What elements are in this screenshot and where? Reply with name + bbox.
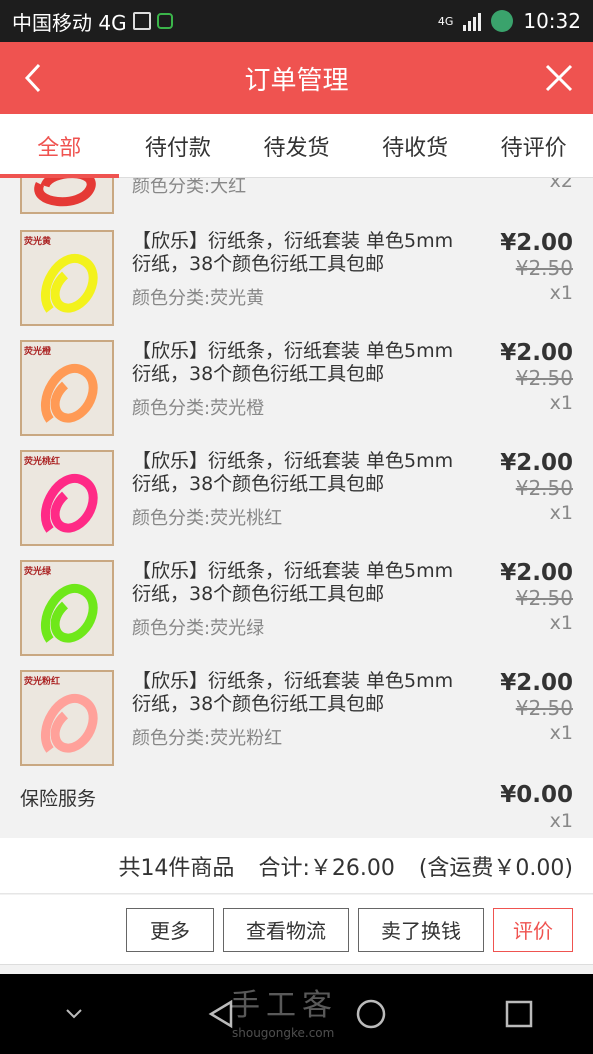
- shipping-fee: (含运费￥0.00): [418, 855, 573, 881]
- quantity: x1: [549, 612, 573, 634]
- tab-pending-payment[interactable]: 待付款: [119, 114, 238, 177]
- quantity: x1: [549, 722, 573, 744]
- insurance-quantity: x1: [549, 810, 573, 832]
- battery-icon: [491, 10, 514, 32]
- order-item-list: 颜色分类:大红 x2 荧光黄 【欣乐】衍纸条，衍纸套装 单色5mm衍纸，38个颜…: [0, 178, 593, 838]
- quantity: x1: [549, 392, 573, 414]
- circle-home-icon: [356, 999, 385, 1029]
- list-item[interactable]: 颜色分类:大红 x2: [0, 178, 593, 228]
- price: ¥2.00: [500, 340, 573, 366]
- signal-icon: [463, 11, 482, 31]
- nav-recents-button[interactable]: [489, 984, 549, 1044]
- image-notification-icon: [132, 12, 151, 30]
- tab-pending-review[interactable]: 待评价: [474, 114, 593, 177]
- insurance-label: 保险服务: [20, 788, 97, 810]
- page-title: 订单管理: [244, 65, 349, 96]
- list-item[interactable]: 荧光黄 【欣乐】衍纸条，衍纸套装 单色5mm衍纸，38个颜色衍纸工具包邮 颜色分…: [0, 230, 593, 340]
- original-price: ¥2.50: [515, 256, 573, 280]
- tab-pending-shipment[interactable]: 待发货: [237, 114, 356, 177]
- resell-button[interactable]: 卖了换钱: [358, 907, 484, 952]
- back-button[interactable]: [16, 60, 50, 96]
- quantity: x2: [549, 178, 573, 192]
- price: ¥2.00: [500, 670, 573, 696]
- close-button[interactable]: [541, 60, 577, 96]
- original-price: ¥2.50: [515, 696, 573, 720]
- watermark-url: shougongke.com: [232, 1026, 335, 1040]
- sku-text: 颜色分类:荧光橙: [132, 398, 265, 419]
- network-type: 4G: [437, 14, 454, 28]
- product-name[interactable]: 【欣乐】衍纸条，衍纸套装 单色5mm衍纸，38个颜色衍纸工具包邮: [132, 230, 462, 276]
- order-total: 合计:￥26.00: [258, 855, 395, 881]
- nav-home-button[interactable]: [341, 984, 401, 1044]
- product-thumbnail: 荧光桃红: [20, 450, 114, 546]
- order-tabs: 全部 待付款 待发货 待收货 待评价: [0, 114, 593, 178]
- order-summary: 共14件商品 合计:￥26.00 (含运费￥0.00): [0, 838, 593, 894]
- product-name[interactable]: 【欣乐】衍纸条，衍纸套装 单色5mm衍纸，38个颜色衍纸工具包邮: [132, 560, 462, 606]
- quantity: x1: [549, 282, 573, 304]
- lock-notification-icon: [156, 13, 173, 29]
- watermark-logo: 手工客: [230, 988, 338, 1023]
- item-count: 共14件商品: [118, 855, 235, 881]
- product-name[interactable]: 【欣乐】衍纸条，衍纸套装 单色5mm衍纸，38个颜色衍纸工具包邮: [132, 340, 462, 386]
- product-thumbnail: [20, 178, 114, 214]
- original-price: ¥2.50: [515, 586, 573, 610]
- original-price: ¥2.50: [515, 366, 573, 390]
- price: ¥2.00: [500, 560, 573, 586]
- product-thumbnail: 荧光橙: [20, 340, 114, 436]
- price: ¥2.00: [500, 450, 573, 476]
- sku-text: 颜色分类:荧光桃红: [132, 508, 283, 529]
- title-bar: 订单管理: [0, 42, 593, 114]
- list-item[interactable]: 荧光桃红 【欣乐】衍纸条，衍纸套装 单色5mm衍纸，38个颜色衍纸工具包邮 颜色…: [0, 450, 593, 560]
- sku-text: 颜色分类:荧光绿: [132, 618, 265, 639]
- original-price: ¥2.50: [515, 476, 573, 500]
- chevron-down-icon: [66, 1009, 82, 1019]
- tab-all[interactable]: 全部: [0, 114, 119, 178]
- order-actions: 更多 查看物流 卖了换钱 评价: [0, 895, 593, 965]
- carrier-text: 中国移动 4G: [12, 10, 127, 35]
- square-recents-icon: [505, 1000, 533, 1028]
- sku-text: 颜色分类:大红: [132, 178, 247, 197]
- insurance-price: ¥0.00: [500, 782, 573, 808]
- product-thumbnail: 荧光绿: [20, 560, 114, 656]
- sku-text: 颜色分类:荧光粉红: [132, 728, 283, 749]
- close-icon: [545, 64, 573, 92]
- chevron-left-icon: [24, 63, 41, 93]
- insurance-service-row: 保险服务 ¥0.00 x1: [0, 780, 593, 838]
- more-button[interactable]: 更多: [126, 907, 214, 952]
- list-item[interactable]: 荧光粉红 【欣乐】衍纸条，衍纸套装 单色5mm衍纸，38个颜色衍纸工具包邮 颜色…: [0, 670, 593, 780]
- quantity: x1: [549, 502, 573, 524]
- list-item[interactable]: 荧光绿 【欣乐】衍纸条，衍纸套装 单色5mm衍纸，38个颜色衍纸工具包邮 颜色分…: [0, 560, 593, 670]
- product-name[interactable]: 【欣乐】衍纸条，衍纸套装 单色5mm衍纸，38个颜色衍纸工具包邮: [132, 450, 462, 496]
- status-bar: 中国移动 4G 4G 10:32: [0, 0, 593, 42]
- view-logistics-button[interactable]: 查看物流: [223, 907, 349, 952]
- product-thumbnail: 荧光黄: [20, 230, 114, 326]
- tab-pending-receipt[interactable]: 待收货: [356, 114, 475, 177]
- clock: 10:32: [523, 9, 581, 33]
- list-item[interactable]: 荧光橙 【欣乐】衍纸条，衍纸套装 单色5mm衍纸，38个颜色衍纸工具包邮 颜色分…: [0, 340, 593, 450]
- product-name[interactable]: 【欣乐】衍纸条，衍纸套装 单色5mm衍纸，38个颜色衍纸工具包邮: [132, 670, 462, 716]
- sku-text: 颜色分类:荧光黄: [132, 288, 265, 309]
- hide-keyboard-button[interactable]: [44, 984, 104, 1044]
- price: ¥2.00: [500, 230, 573, 256]
- product-thumbnail: 荧光粉红: [20, 670, 114, 766]
- review-button[interactable]: 评价: [493, 907, 573, 952]
